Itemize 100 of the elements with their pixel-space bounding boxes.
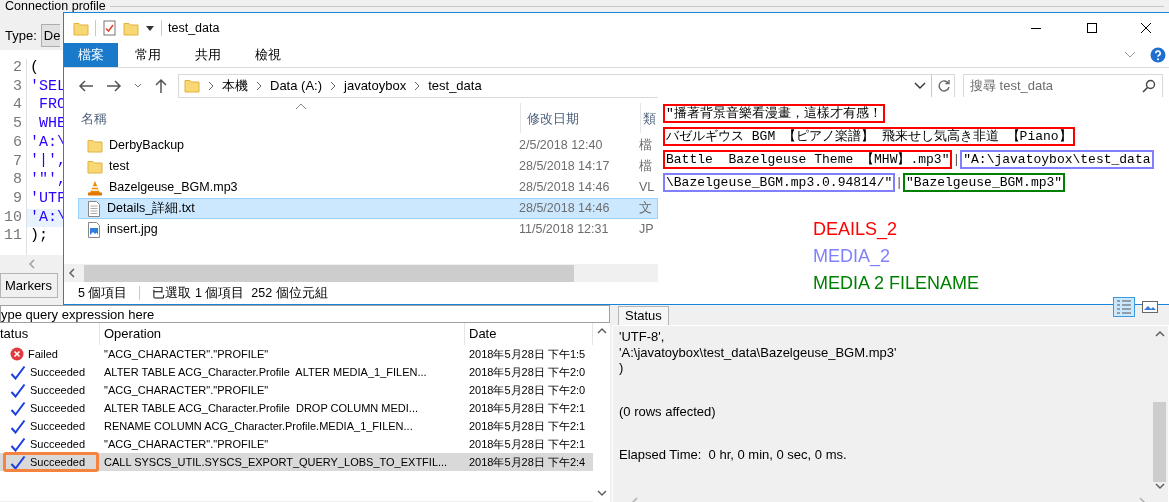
history-row[interactable]: Succeeded CALL SYSCS_UTIL.SYSCS_EXPORT_QUERY_LOBS_TO_EXTFIL... 2018年5月28日 下午2:4 xyxy=(0,453,593,471)
checkmark-icon xyxy=(10,400,26,416)
history-row[interactable]: Succeeded "ACG_CHARACTER"."PROFILE" 2018年5月28日 下午2:1 xyxy=(0,435,593,453)
status-text: Succeeded xyxy=(30,436,86,452)
history-row[interactable]: Failed "ACG_CHARACTER"."PROFILE" 2018年5月28日 下午1:5 xyxy=(0,345,593,363)
ribbon-tab[interactable]: 共用 xyxy=(178,43,238,67)
checkmark-icon xyxy=(10,454,26,470)
close-icon[interactable] xyxy=(1140,22,1152,34)
file-row[interactable]: test 28/5/2018 14:17 檔 xyxy=(78,156,658,177)
output-line: (0 rows affected) xyxy=(619,403,717,419)
ribbon-tab[interactable]: 常用 xyxy=(118,43,178,67)
column-header[interactable]: 名稱 xyxy=(81,110,520,129)
checkmark-icon xyxy=(10,382,26,398)
error-icon xyxy=(10,347,24,361)
maximize-icon[interactable] xyxy=(1086,22,1098,34)
line-number: 6 xyxy=(12,133,22,153)
scroll-up-icon[interactable] xyxy=(1154,330,1165,338)
history-row[interactable]: Succeeded ALTER TABLE ACG_Character.Profile DROP COLUMN MEDI... 2018年5月28日 下午2:1 xyxy=(0,399,593,417)
date-text: 28/5/2018 14:17 xyxy=(519,158,611,176)
date-text: 2018年5月28日 下午2:1 xyxy=(468,418,587,434)
breadcrumb-link[interactable]: test_data xyxy=(428,75,482,96)
outlined-text: バゼルギウス BGM 【ピアノ楽譜】 飛来せし気高き非道 【Piano】 xyxy=(663,127,1075,146)
history-row[interactable]: Succeeded ALTER TABLE ACG_Character.Profile ALTER MEDIA_1_FILEN... 2018年5月28日 下午2:0 xyxy=(0,363,593,381)
file-name: insert.jpg xyxy=(107,221,158,239)
markers-tab[interactable]: Markers xyxy=(0,272,58,298)
column-header[interactable]: 類 xyxy=(643,110,658,129)
column-header[interactable]: 修改日期 xyxy=(527,110,640,129)
status-text: Failed xyxy=(28,346,58,362)
scrollbar-thumb[interactable] xyxy=(1153,401,1166,482)
arrow-right-icon[interactable] xyxy=(106,78,122,93)
legend-label: DEAILS_2 xyxy=(813,218,898,242)
scroll-down-icon[interactable] xyxy=(596,488,607,497)
date-text: 28/5/2018 14:46 xyxy=(519,200,611,218)
type-text: VL xyxy=(639,179,656,197)
ribbon-tab[interactable]: 檢視 xyxy=(238,43,298,67)
chevron-right-icon xyxy=(208,80,214,91)
type-dropdown[interactable]: De xyxy=(40,24,60,47)
breadcrumb-link[interactable]: javatoybox xyxy=(344,75,407,96)
status-text: 5 個項目 xyxy=(78,284,128,302)
line-number: 9 xyxy=(12,189,22,209)
line-number: 11 xyxy=(3,227,22,247)
outlined-text: "A:\javatoybox\test_data xyxy=(960,150,1154,169)
legend-label: MEDIA_2 xyxy=(813,245,891,269)
separator-text: | xyxy=(952,152,961,167)
chevron-right-icon xyxy=(256,80,262,91)
folder-icon xyxy=(87,159,103,174)
file-name: DerbyBackup xyxy=(109,137,185,155)
search-field[interactable]: 搜尋 test_data xyxy=(963,73,1163,98)
line-number: 2 xyxy=(12,59,22,78)
output-line: Elapsed Time: 0 hr, 0 min, 0 sec, 0 ms. xyxy=(619,447,848,463)
column-header[interactable]: tatus xyxy=(0,323,100,345)
status-text: Succeeded xyxy=(30,454,86,470)
type-text: 文 xyxy=(639,200,653,218)
date-text: 11/5/2018 12:31 xyxy=(519,221,610,239)
caret-down-icon[interactable] xyxy=(145,24,155,32)
image-file-icon xyxy=(87,221,101,238)
chevron-down-icon[interactable] xyxy=(914,81,926,90)
file-row[interactable]: insert.jpg 11/5/2018 12:31 JP xyxy=(78,219,658,240)
operation-text: "ACG_CHARACTER"."PROFILE" xyxy=(103,346,270,362)
field-label: Type: xyxy=(5,26,37,45)
history-row[interactable]: Succeeded RENAME COLUMN ACG_Character.Profile.MEDIA_1_FILEN... 2018年5月28日 下午2:1 xyxy=(0,417,593,435)
file-row[interactable]: Bazelgeuse_BGM.mp3 28/5/2018 14:46 VL xyxy=(78,177,658,198)
chevron-right-icon xyxy=(330,80,336,91)
breadcrumb-link[interactable]: 本機 xyxy=(222,75,248,96)
arrow-left-icon[interactable] xyxy=(78,78,94,93)
output-line: 'UTF-8', xyxy=(619,329,666,345)
help-icon[interactable] xyxy=(1150,47,1166,63)
folder-icon xyxy=(87,138,103,153)
checklist-icon[interactable] xyxy=(102,20,117,36)
status-text: 已選取 1 個項目 252 個位元組 xyxy=(152,284,328,302)
history-row[interactable]: Succeeded "ACG_CHARACTER"."PROFILE" 2018年5月28日 下午2:0 xyxy=(0,381,593,399)
query-input[interactable]: ype query expression here xyxy=(0,305,610,323)
line-number: 10 xyxy=(3,208,22,228)
arrow-up-icon[interactable] xyxy=(154,77,168,94)
line-number: 8 xyxy=(12,171,22,190)
status-tab[interactable]: Status xyxy=(618,306,669,325)
chevron-right-icon xyxy=(414,80,421,91)
output-line: ) xyxy=(619,360,625,376)
operation-text: CALL SYSCS_UTIL.SYSCS_EXPORT_QUERY_LOBS_TO_EXTFIL... xyxy=(103,454,449,470)
legend-label: MEDIA 2 FILENAME xyxy=(813,272,980,295)
line-number: 5 xyxy=(12,115,22,134)
ribbon-tab[interactable]: 檔案 xyxy=(64,43,118,67)
file-row[interactable]: Details_詳細.txt 28/5/2018 14:46 文 xyxy=(78,198,658,219)
refresh-icon[interactable] xyxy=(937,78,951,93)
checkmark-icon xyxy=(10,436,26,452)
separator-text: | xyxy=(895,175,904,190)
status-text: Succeeded xyxy=(30,400,86,416)
scroll-down-icon[interactable] xyxy=(1154,481,1165,490)
scroll-up-icon[interactable] xyxy=(596,327,607,335)
scrollbar-thumb[interactable] xyxy=(84,264,574,282)
operation-text: "ACG_CHARACTER"."PROFILE" xyxy=(103,436,270,452)
operation-text: RENAME COLUMN ACG_Character.Profile.MEDIA_1_FILEN... xyxy=(103,418,414,434)
scroll-left-icon[interactable] xyxy=(68,268,76,278)
line-number: 4 xyxy=(12,96,22,116)
outlined-text: "播著背景音樂看漫畫，這樣才有感！ xyxy=(663,104,885,123)
file-row[interactable]: DerbyBackup 2/5/2018 12:40 檔 xyxy=(78,135,658,156)
date-text: 2018年5月28日 下午2:0 xyxy=(468,364,587,380)
breadcrumb-link[interactable]: Data (A:) xyxy=(270,75,322,96)
code-text: '|', xyxy=(30,152,66,170)
column-header[interactable]: Operation xyxy=(100,323,465,345)
